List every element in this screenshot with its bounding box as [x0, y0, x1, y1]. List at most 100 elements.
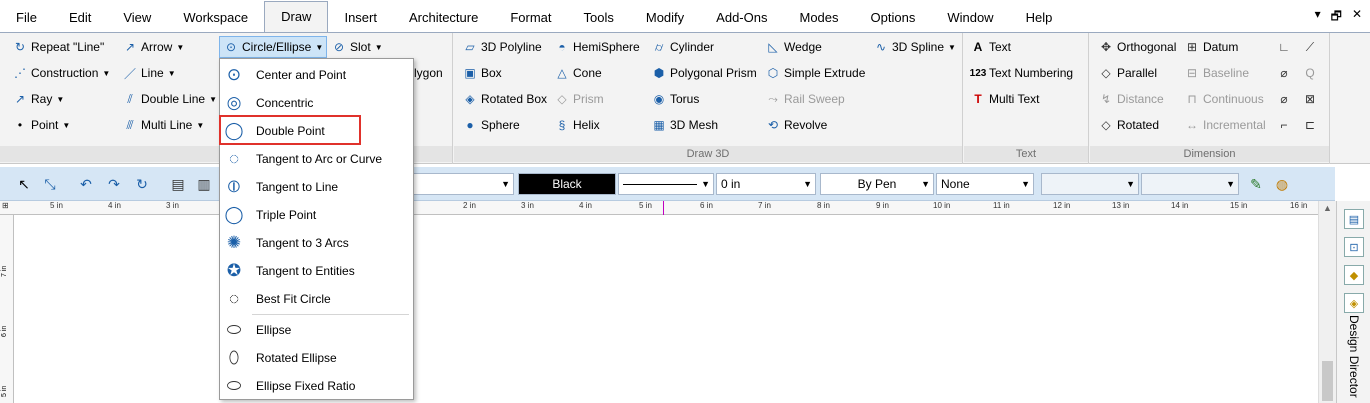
- prism-button[interactable]: ◇ Prism: [554, 88, 603, 110]
- polygonal-prism-button[interactable]: ⬢ Polygonal Prism: [651, 62, 757, 84]
- scroll-thumb[interactable]: [1322, 361, 1333, 401]
- menu-add-ons[interactable]: Add-Ons: [700, 4, 783, 32]
- menu-tools[interactable]: Tools: [568, 4, 630, 32]
- menu-file[interactable]: File: [0, 4, 53, 32]
- select-arrow-icon[interactable]: ↖: [14, 174, 34, 194]
- menu-help[interactable]: Help: [1010, 4, 1069, 32]
- slot-button[interactable]: ⊘ Slot ▼: [331, 36, 383, 58]
- menu-window[interactable]: Window: [931, 4, 1009, 32]
- line-button[interactable]: ／ Line ▼: [122, 62, 176, 84]
- vertical-scrollbar[interactable]: ▲: [1318, 201, 1336, 403]
- cylinder-button[interactable]: ⌭ Cylinder: [651, 36, 714, 58]
- radius-dimension-button[interactable]: ⌀: [1276, 62, 1292, 84]
- text-button[interactable]: A Text: [970, 36, 1011, 58]
- menu-item-tangent-to-3-arcs[interactable]: ✺ Tangent to 3 Arcs: [220, 229, 413, 257]
- menu-format[interactable]: Format: [494, 4, 567, 32]
- menu-item-ellipse[interactable]: ⬭ Ellipse: [220, 316, 413, 344]
- size-combo[interactable]: ▼: [1141, 173, 1239, 195]
- scroll-up-icon[interactable]: ▲: [1323, 203, 1332, 213]
- redraw-icon[interactable]: ↻: [132, 174, 152, 194]
- menu-draw[interactable]: Draw: [264, 1, 329, 32]
- construction-button[interactable]: ⋰ Construction ▼: [12, 62, 110, 84]
- revolve-button[interactable]: ⟲ Revolve: [765, 114, 827, 136]
- table-icon[interactable]: ▤: [168, 174, 188, 194]
- double-line-button[interactable]: ⫽ Double Line ▼: [122, 88, 217, 110]
- rail-sweep-button[interactable]: ⤳ Rail Sweep: [765, 88, 845, 110]
- fill-combo[interactable]: None ▼: [936, 173, 1034, 195]
- minimize-icon[interactable]: ▾: [1315, 7, 1321, 28]
- menu-item-tangent-to-line[interactable]: ⦶ Tangent to Line: [220, 173, 413, 201]
- repeat-line-button[interactable]: ↻ Repeat "Line": [12, 36, 104, 58]
- hemisphere-button[interactable]: ◓ HemiSphere: [554, 36, 639, 58]
- layers-icon[interactable]: ▥: [194, 174, 214, 194]
- object-icon[interactable]: ◆: [1344, 265, 1364, 285]
- polygon-button[interactable]: lygon: [414, 62, 443, 84]
- simple-extrude-button[interactable]: ⬡ Simple Extrude: [765, 62, 866, 84]
- menu-insert[interactable]: Insert: [328, 4, 393, 32]
- incremental-button[interactable]: ↔ Incremental: [1184, 114, 1266, 136]
- baseline-button[interactable]: ⊟ Baseline: [1184, 62, 1249, 84]
- menu-workspace[interactable]: Workspace: [167, 4, 264, 32]
- rotated-box-button[interactable]: ◈ Rotated Box: [462, 88, 547, 110]
- menu-item-best-fit-circle[interactable]: ◌ Best Fit Circle: [220, 285, 413, 313]
- selection-info-icon[interactable]: ⊡: [1344, 237, 1364, 257]
- parallel-button[interactable]: ◇ Parallel: [1098, 62, 1157, 84]
- 3d-spline-button[interactable]: ∿ 3D Spline ▼: [873, 36, 956, 58]
- diameter-dimension-button[interactable]: ⌀: [1276, 88, 1292, 110]
- search-dimension-button[interactable]: Q: [1302, 62, 1318, 84]
- tolerance-button[interactable]: ⊏: [1302, 114, 1318, 136]
- continuous-button[interactable]: ⊓ Continuous: [1184, 88, 1263, 110]
- restore-icon[interactable]: 🗗: [1331, 7, 1342, 28]
- rotated-button[interactable]: ◇ Rotated: [1098, 114, 1159, 136]
- text-numbering-button[interactable]: 123 Text Numbering: [970, 62, 1073, 84]
- line-pattern-combo[interactable]: ▼: [618, 173, 714, 195]
- pen-picker-icon[interactable]: ✎: [1246, 174, 1266, 194]
- menu-modify[interactable]: Modify: [630, 4, 700, 32]
- multi-text-button[interactable]: T Multi Text: [970, 88, 1039, 110]
- menu-architecture[interactable]: Architecture: [393, 4, 494, 32]
- arc-length-button[interactable]: ⌐: [1276, 114, 1292, 136]
- distance-button[interactable]: ↯ Distance: [1098, 88, 1164, 110]
- paint-bucket-icon[interactable]: ◍: [1272, 174, 1292, 194]
- menu-item-rotated-ellipse[interactable]: ⬯ Rotated Ellipse: [220, 344, 413, 372]
- drawing-canvas[interactable]: [14, 215, 1318, 403]
- multi-line-button[interactable]: ⫻ Multi Line ▼: [122, 114, 204, 136]
- line-style-combo[interactable]: ▼: [412, 173, 514, 195]
- circle-ellipse-button[interactable]: ⊙ Circle/Ellipse ▼: [219, 36, 328, 58]
- menu-item-tangent-to-entities[interactable]: ✪ Tangent to Entities: [220, 257, 413, 285]
- menu-edit[interactable]: Edit: [53, 4, 107, 32]
- color-combo[interactable]: Black ▼: [518, 173, 616, 195]
- layers-panel-icon[interactable]: ◈: [1344, 293, 1364, 313]
- pen-combo[interactable]: By Pen ▼: [820, 173, 934, 195]
- wedge-button[interactable]: ◺ Wedge: [765, 36, 821, 58]
- menu-item-concentric[interactable]: ◎ Concentric: [220, 89, 413, 117]
- undo-icon[interactable]: ↶: [76, 174, 96, 194]
- datum-button[interactable]: ⊞ Datum: [1184, 36, 1238, 58]
- menu-item-center-and-point[interactable]: ⊙ Center and Point: [220, 61, 413, 89]
- edit-reshape-icon[interactable]: ⤡: [40, 174, 60, 194]
- redo-icon[interactable]: ↷: [104, 174, 124, 194]
- font-combo[interactable]: ▼: [1041, 173, 1139, 195]
- menu-options[interactable]: Options: [855, 4, 932, 32]
- ray-button[interactable]: ↗ Ray ▼: [12, 88, 64, 110]
- leader-button[interactable]: ⟋: [1302, 36, 1318, 58]
- box-button[interactable]: ▣ Box: [462, 62, 501, 84]
- properties-icon[interactable]: ▤: [1344, 209, 1364, 229]
- design-director-tab[interactable]: Design Director: [1347, 315, 1361, 398]
- 3d-mesh-button[interactable]: ▦ 3D Mesh: [651, 114, 718, 136]
- torus-button[interactable]: ◉ Torus: [651, 88, 700, 110]
- line-width-combo[interactable]: 0 in ▼: [716, 173, 816, 195]
- 3d-polyline-button[interactable]: ▱ 3D Polyline: [462, 36, 541, 58]
- angular-dimension-button[interactable]: ∟: [1276, 36, 1292, 58]
- close-icon[interactable]: ✕: [1352, 7, 1362, 28]
- sphere-button[interactable]: ● Sphere: [462, 114, 519, 136]
- point-button[interactable]: • Point ▼: [12, 114, 70, 136]
- menu-modes[interactable]: Modes: [783, 4, 854, 32]
- diagonal-dimension-button[interactable]: ⊠: [1302, 88, 1318, 110]
- menu-item-tangent-to-arc-or-curve[interactable]: ◌ Tangent to Arc or Curve: [220, 145, 413, 173]
- cone-button[interactable]: △ Cone: [554, 62, 601, 84]
- menu-item-ellipse-fixed-ratio[interactable]: ⬭ Ellipse Fixed Ratio: [220, 372, 413, 400]
- menu-item-triple-point[interactable]: ◯ Triple Point: [220, 201, 413, 229]
- orthogonal-button[interactable]: ✥ Orthogonal: [1098, 36, 1176, 58]
- menu-view[interactable]: View: [107, 4, 167, 32]
